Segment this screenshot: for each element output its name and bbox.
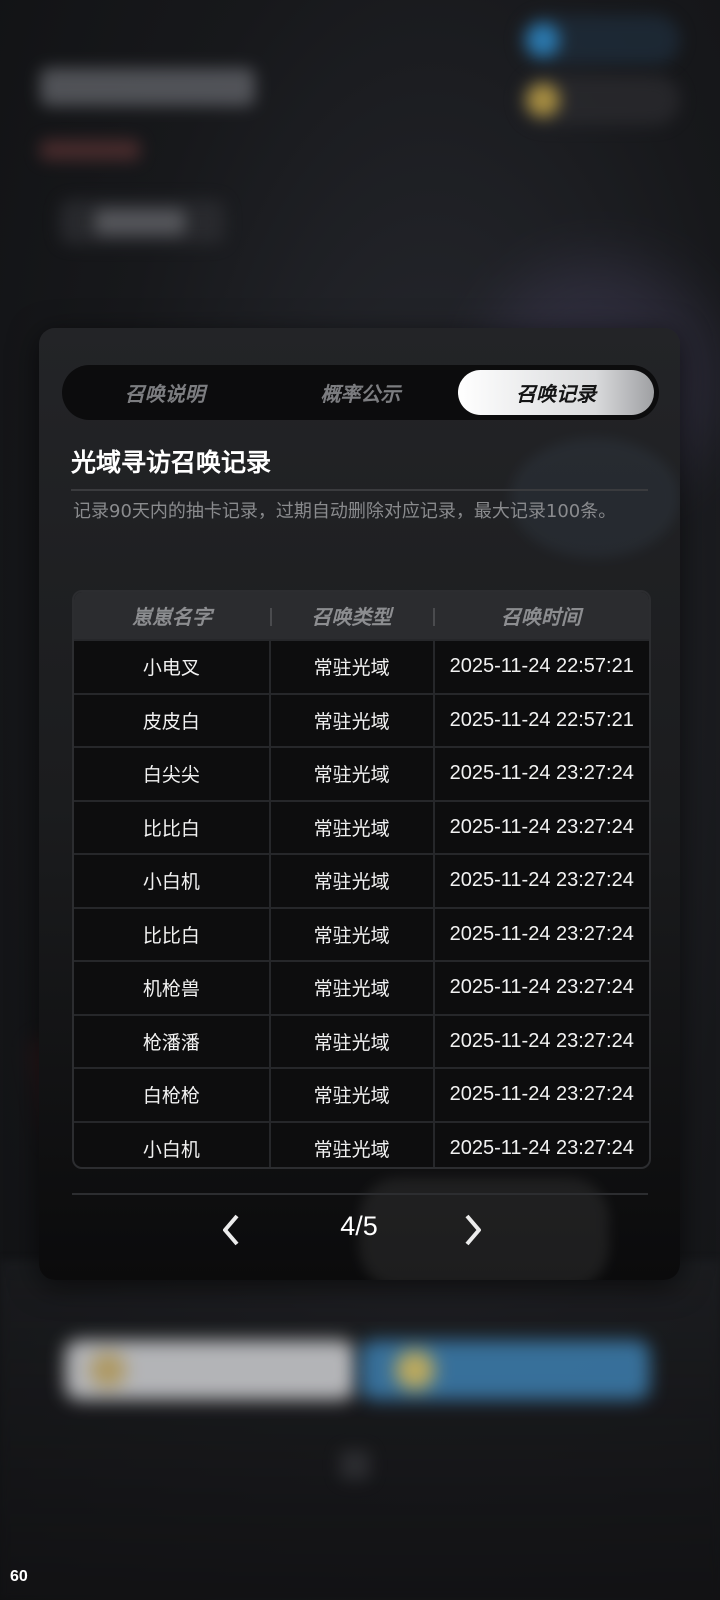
- cell-type: 常驻光域: [268, 962, 433, 1014]
- cell-name: 比比白: [142, 817, 200, 840]
- record-description: 记录90天内的抽卡记录，过期自动删除对应记录，最大记录100条。: [73, 501, 617, 522]
- summon-record-dialog: 召唤说明 概率公示 召唤记录 光域寻访召唤记录 记录90天内的抽卡记录，过期自动…: [39, 328, 680, 1280]
- cell-name: 比比白: [142, 924, 200, 947]
- cell-name: 小电叉: [142, 657, 200, 680]
- page-indicator: 4/5: [340, 1211, 378, 1241]
- cell-type: 常驻光域: [268, 694, 433, 746]
- cell-type: 常驻光域: [268, 908, 433, 960]
- coin-icon: [90, 1352, 126, 1388]
- background-currency-coin: [520, 75, 680, 125]
- table-row: 比比白 常驻光域 2025-11-24 23:27:24: [74, 799, 650, 853]
- fps-counter: 60: [10, 1568, 28, 1585]
- table-header: 崽崽名字 召唤类型 召唤时间: [74, 592, 649, 639]
- cell-type: 常驻光域: [268, 748, 433, 800]
- previous-page-button[interactable]: [211, 1210, 251, 1250]
- cell-time: 2025-11-24 23:27:24: [432, 801, 650, 853]
- table-row: 机枪兽 常驻光域 2025-11-24 23:27:24: [74, 960, 649, 1014]
- column-header-name: 崽崽名字: [132, 605, 212, 629]
- table-row: 白尖尖 常驻光域 2025-11-24 23:27:24: [74, 746, 649, 800]
- background-currency-gem: [520, 15, 680, 65]
- cell-name: 枪潘潘: [142, 1031, 200, 1054]
- cell-type: 常驻光域: [268, 1015, 433, 1067]
- table-row: 小白机 常驻光域 2025-11-24 23:27:24: [74, 1120, 650, 1167]
- background-lower-area: [0, 1260, 720, 1600]
- cell-type: 常驻光域: [268, 641, 433, 693]
- background-blurred-button-label: [95, 210, 185, 234]
- background-blurred-title: [40, 68, 255, 106]
- cell-name: 白枪枪: [142, 1085, 200, 1108]
- chevron-left-icon: [223, 1214, 239, 1246]
- tab-summon-info[interactable]: 召唤说明: [67, 370, 263, 415]
- next-page-button[interactable]: [453, 1210, 493, 1250]
- cell-time: 2025-11-24 23:27:24: [432, 908, 650, 960]
- cell-name: 小白机: [142, 1138, 200, 1161]
- cell-time: 2025-11-24 23:27:24: [432, 748, 650, 800]
- table-body: 小电叉 常驻光域 2025-11-24 22:57:21 皮皮白 常驻光域 20…: [74, 639, 650, 1167]
- record-table: 崽崽名字 召唤类型 召唤时间 小电叉 常驻光域 2025-11-24 22:57…: [72, 590, 651, 1169]
- coin-icon: [526, 83, 560, 117]
- table-row: 小白机 常驻光域 2025-11-24 23:27:24: [74, 853, 649, 907]
- tab-summon-record[interactable]: 召唤记录: [458, 370, 655, 415]
- table-row: 枪潘潘 常驻光域 2025-11-24 23:27:24: [74, 1013, 650, 1067]
- cell-name: 小白机: [142, 871, 200, 894]
- tab-bar: 召唤说明 概率公示 召唤记录: [62, 365, 659, 420]
- background-arrow-icon: [340, 1450, 370, 1480]
- cell-time: 2025-11-24 22:57:21: [432, 694, 650, 746]
- cell-name: 皮皮白: [142, 710, 200, 733]
- table-row: 白枪枪 常驻光域 2025-11-24 23:27:24: [74, 1067, 649, 1121]
- column-header-type: 召唤类型: [270, 592, 433, 639]
- column-header-time: 召唤时间: [433, 592, 649, 639]
- cell-time: 2025-11-24 22:57:21: [432, 641, 650, 693]
- cell-name: 机枪兽: [142, 978, 200, 1001]
- coin-icon: [395, 1350, 435, 1390]
- cell-type: 常驻光域: [268, 1122, 433, 1167]
- table-row: 小电叉 常驻光域 2025-11-24 22:57:21: [74, 639, 649, 693]
- record-title: 光域寻访召唤记录: [71, 443, 648, 491]
- table-row: 比比白 常驻光域 2025-11-24 23:27:24: [74, 906, 650, 960]
- chevron-right-icon: [465, 1214, 481, 1246]
- cell-time: 2025-11-24 23:27:24: [432, 962, 650, 1014]
- cell-time: 2025-11-24 23:27:24: [432, 1015, 650, 1067]
- cell-type: 常驻光域: [268, 801, 433, 853]
- table-row: 皮皮白 常驻光域 2025-11-24 22:57:21: [74, 692, 650, 746]
- background-summon-ten-button: [360, 1340, 650, 1400]
- cell-type: 常驻光域: [268, 855, 433, 907]
- background-summon-once-button: [65, 1340, 355, 1400]
- cell-time: 2025-11-24 23:27:24: [432, 1122, 650, 1167]
- cell-time: 2025-11-24 23:27:24: [432, 855, 650, 907]
- tab-probability[interactable]: 概率公示: [263, 370, 459, 415]
- cell-type: 常驻光域: [268, 1069, 433, 1121]
- pagination-divider: [72, 1193, 648, 1195]
- gem-icon: [526, 23, 560, 57]
- background-blurred-subtitle: [40, 140, 140, 160]
- cell-time: 2025-11-24 23:27:24: [432, 1069, 650, 1121]
- cell-name: 白尖尖: [142, 764, 200, 787]
